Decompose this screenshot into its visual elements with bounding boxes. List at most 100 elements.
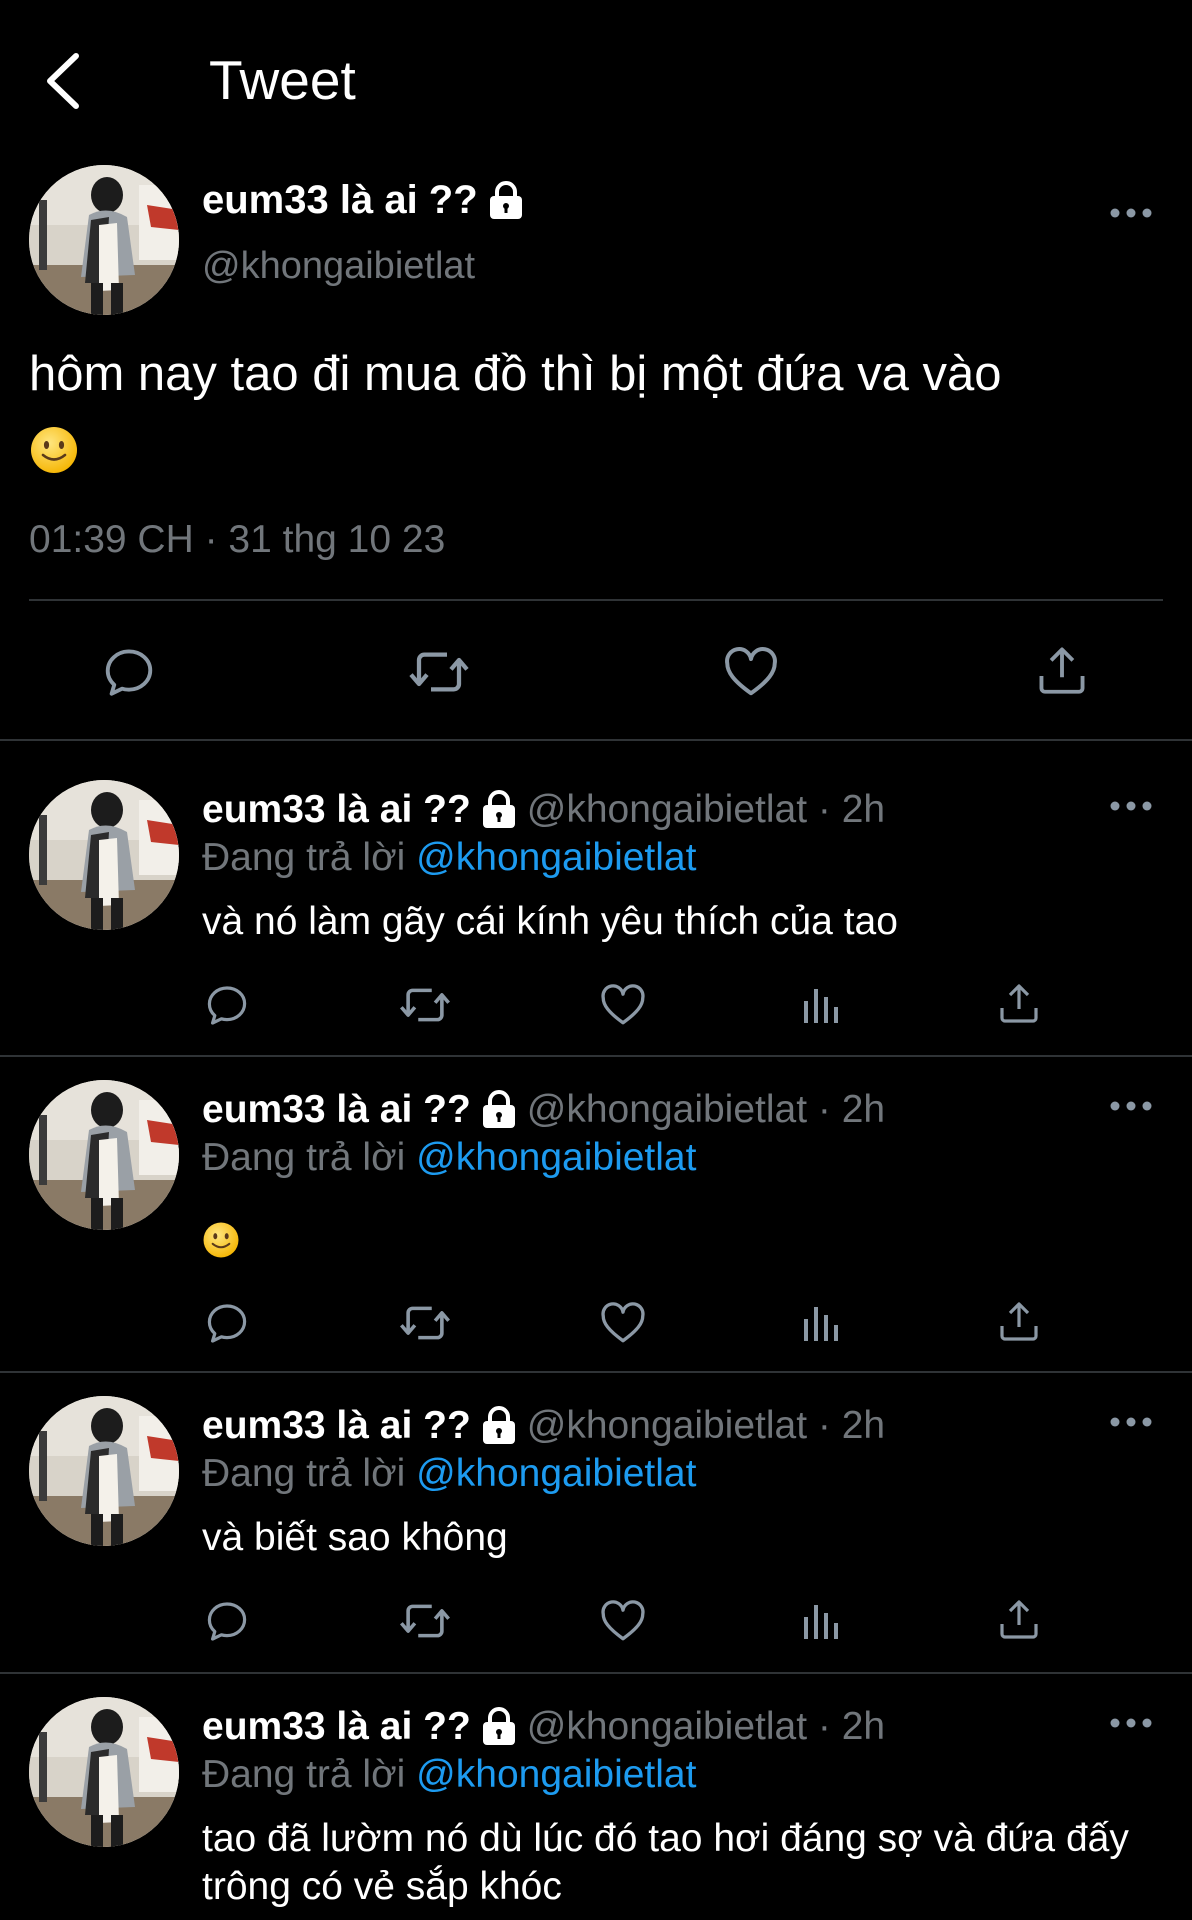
author-handle-time: @khongaibietlat · 2h (526, 1404, 886, 1447)
retweet-icon (398, 1594, 452, 1648)
more-dots-icon (1109, 1100, 1153, 1112)
avatar[interactable] (29, 1697, 179, 1847)
replying-to: Đang trả lời @khongaibietlat (202, 836, 696, 880)
smiling-face-emoji-icon (202, 1221, 240, 1259)
author-display-name[interactable]: eum33 là ai ?? (202, 1705, 471, 1749)
stats-icon (797, 981, 845, 1029)
reply-icon (203, 1299, 251, 1347)
like-icon (598, 1298, 648, 1348)
like-icon (721, 642, 781, 702)
more-options-button[interactable] (1109, 207, 1153, 219)
like-button[interactable] (719, 640, 783, 704)
like-icon (598, 1596, 648, 1646)
replying-prefix: Đang trả lời (202, 836, 406, 879)
share-icon (1033, 641, 1091, 699)
reply-tweet[interactable]: eum33 là ai ?? @khongaibietlat · 2h Đang… (0, 1056, 1192, 1371)
more-options-button[interactable] (1109, 1416, 1153, 1428)
reply-icon (203, 981, 251, 1029)
avatar[interactable] (29, 1396, 179, 1546)
mention-link[interactable]: @khongaibietlat (416, 1136, 696, 1179)
lock-icon (481, 1090, 517, 1130)
share-button[interactable] (994, 978, 1044, 1028)
more-dots-icon (1109, 1416, 1153, 1428)
retweet-button[interactable] (398, 1298, 452, 1348)
share-icon (995, 1297, 1043, 1345)
replying-prefix: Đang trả lời (202, 1136, 406, 1179)
divider (29, 599, 1163, 601)
reply-button[interactable] (97, 640, 161, 704)
more-options-button[interactable] (1109, 1100, 1153, 1112)
reply-tweet[interactable]: eum33 là ai ?? @khongaibietlat · 2h Đang… (0, 740, 1192, 1055)
like-button[interactable] (598, 1298, 648, 1348)
like-button[interactable] (598, 1596, 648, 1646)
lock-icon (488, 181, 524, 221)
replying-to: Đang trả lời @khongaibietlat (202, 1452, 696, 1496)
chevron-left-icon (47, 53, 79, 109)
lock-icon (481, 1406, 517, 1446)
lock-icon (481, 1707, 517, 1747)
more-dots-icon (1109, 1717, 1153, 1729)
replying-to: Đang trả lời @khongaibietlat (202, 1753, 696, 1797)
retweet-button[interactable] (398, 1596, 452, 1646)
avatar[interactable] (29, 165, 179, 315)
reply-text: và nó làm gãy cái kính yêu thích của tao (202, 900, 898, 943)
avatar[interactable] (29, 1080, 179, 1230)
mention-link[interactable]: @khongaibietlat (416, 1452, 696, 1495)
top-bar: Tweet (0, 0, 1192, 160)
retweet-icon (407, 640, 471, 704)
like-button[interactable] (598, 980, 648, 1030)
tweet-text-content: hôm nay tao đi mua đồ thì bị một đứa va … (29, 347, 1002, 401)
stats-icon (797, 1299, 845, 1347)
lock-icon (481, 790, 517, 830)
back-button[interactable] (40, 50, 90, 112)
replying-to: Đang trả lời @khongaibietlat (202, 1136, 696, 1180)
retweet-icon (398, 978, 452, 1032)
author-handle-time: @khongaibietlat · 2h (526, 1088, 886, 1131)
reply-tweet[interactable]: eum33 là ai ?? @khongaibietlat · 2h Đang… (0, 1673, 1192, 1920)
share-button[interactable] (994, 1296, 1044, 1346)
mention-link[interactable]: @khongaibietlat (416, 836, 696, 879)
more-dots-icon (1109, 207, 1153, 219)
mention-link[interactable]: @khongaibietlat (416, 1753, 696, 1796)
smiling-face-emoji-icon (29, 425, 79, 475)
reply-author-row[interactable]: eum33 là ai ?? @khongaibietlat · 2h (202, 1088, 885, 1132)
tweet-text: hôm nay tao đi mua đồ thì bị một đứa va … (29, 338, 1169, 484)
reply-author-row[interactable]: eum33 là ai ?? @khongaibietlat · 2h (202, 788, 885, 832)
reply-tweet[interactable]: eum33 là ai ?? @khongaibietlat · 2h Đang… (0, 1372, 1192, 1672)
views-button[interactable] (796, 980, 846, 1030)
author-display-name[interactable]: eum33 là ai ?? (202, 178, 478, 223)
author-handle-time: @khongaibietlat · 2h (526, 788, 886, 831)
tweet-timestamp[interactable]: 01:39 CH · 31 thg 10 23 (29, 518, 445, 562)
reply-button[interactable] (202, 1298, 252, 1348)
replying-prefix: Đang trả lời (202, 1452, 406, 1495)
author-display-name[interactable]: eum33 là ai ?? (202, 788, 471, 832)
more-options-button[interactable] (1109, 800, 1153, 812)
author-handle-time: @khongaibietlat · 2h (526, 1705, 886, 1748)
reply-button[interactable] (202, 980, 252, 1030)
share-button[interactable] (994, 1594, 1044, 1644)
share-button[interactable] (1030, 638, 1094, 702)
reply-icon (100, 643, 158, 701)
main-author-name-row[interactable]: eum33 là ai ?? (202, 178, 524, 223)
views-button[interactable] (796, 1596, 846, 1646)
share-icon (995, 979, 1043, 1027)
stats-icon (797, 1597, 845, 1645)
reply-text: tao đã lườm nó dù lúc đó tao hơi đáng sợ… (202, 1817, 1129, 1908)
more-options-button[interactable] (1109, 1717, 1153, 1729)
page-title: Tweet (209, 49, 356, 111)
retweet-button[interactable] (398, 980, 452, 1030)
author-display-name[interactable]: eum33 là ai ?? (202, 1088, 471, 1132)
reply-author-row[interactable]: eum33 là ai ?? @khongaibietlat · 2h (202, 1705, 885, 1749)
more-dots-icon (1109, 800, 1153, 812)
reply-text: và biết sao không (202, 1516, 508, 1559)
replying-prefix: Đang trả lời (202, 1753, 406, 1796)
reply-author-row[interactable]: eum33 là ai ?? @khongaibietlat · 2h (202, 1404, 885, 1448)
reply-icon (203, 1597, 251, 1645)
author-display-name[interactable]: eum33 là ai ?? (202, 1404, 471, 1448)
avatar[interactable] (29, 780, 179, 930)
reply-button[interactable] (202, 1596, 252, 1646)
retweet-button[interactable] (407, 640, 471, 704)
author-handle[interactable]: @khongaibietlat (202, 245, 475, 288)
views-button[interactable] (796, 1298, 846, 1348)
share-icon (995, 1595, 1043, 1643)
